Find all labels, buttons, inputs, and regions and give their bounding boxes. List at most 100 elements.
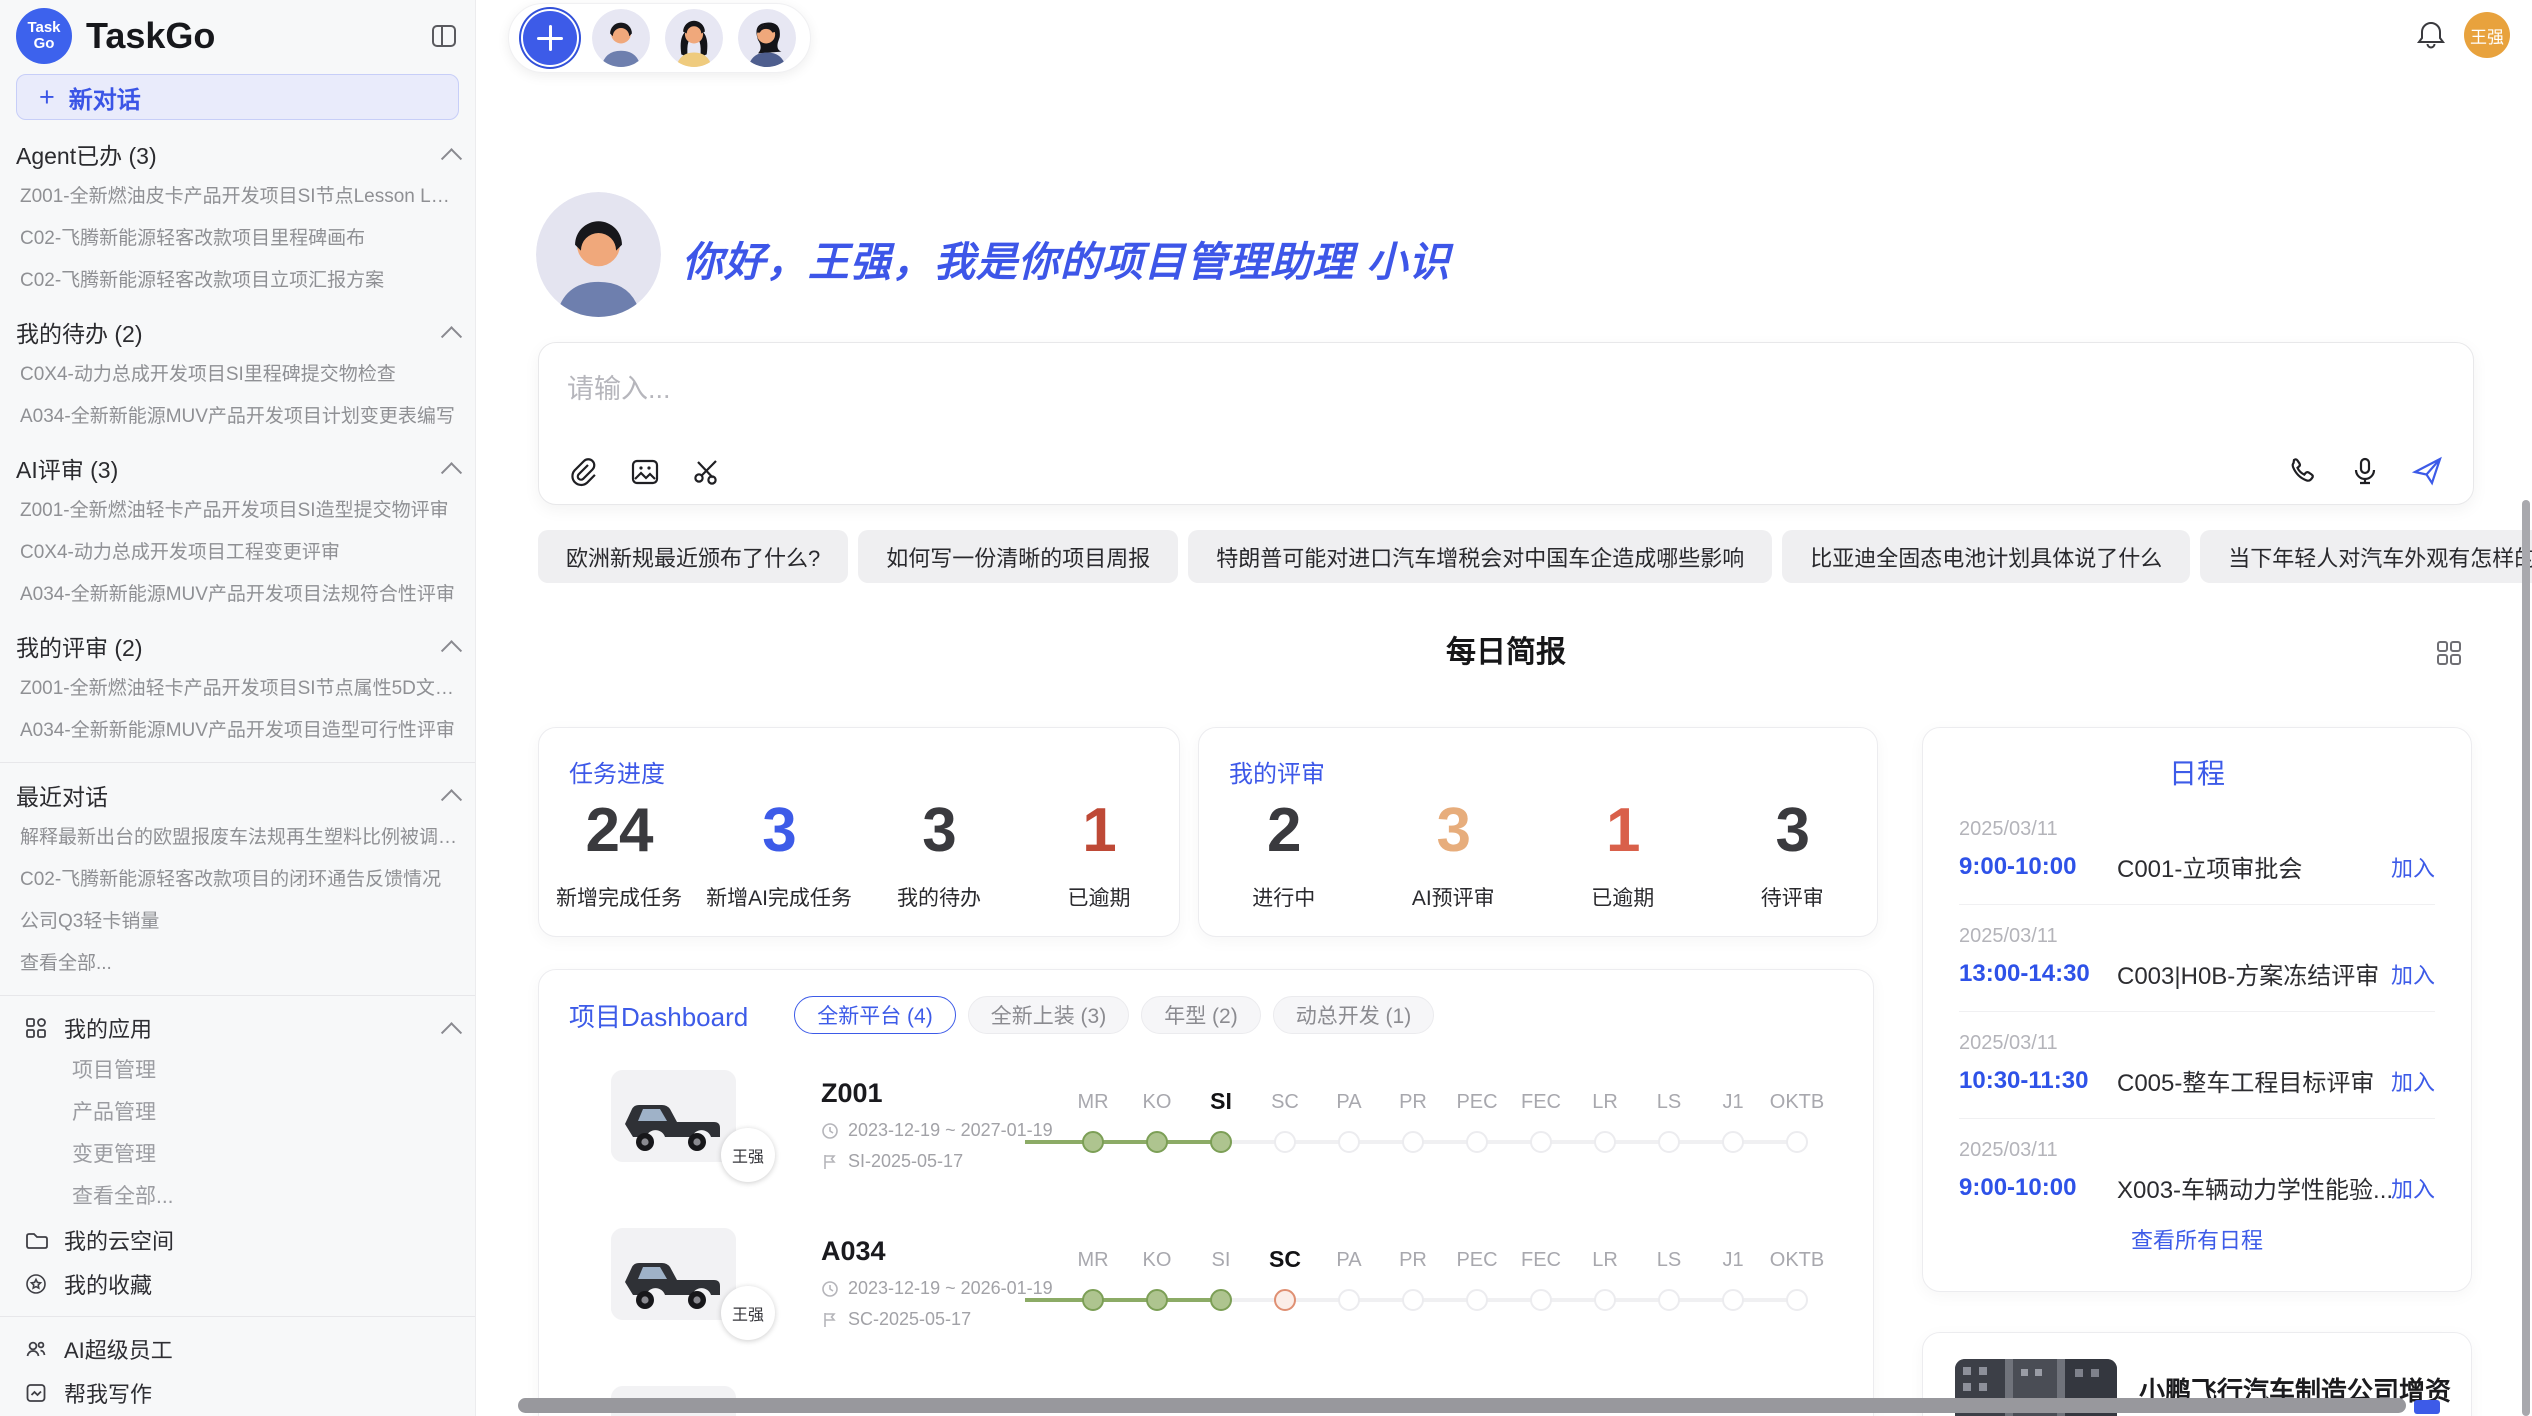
schedule-item[interactable]: 2025/03/11 9:00-10:00 X003-车辆动力学性能验... 加…: [1923, 1139, 2471, 1205]
suggestion-chip[interactable]: 特朗普可能对进口汽车增税会对中国车企造成哪些影响: [1188, 530, 1772, 583]
section-ai-review[interactable]: AI评审 (3): [16, 446, 459, 490]
send-icon[interactable]: [2411, 454, 2445, 488]
schedule-item[interactable]: 2025/03/11 10:30-11:30 C005-整车工程目标评审 加入: [1923, 1032, 2471, 1119]
section-my-todo[interactable]: 我的待办 (2): [16, 310, 459, 354]
owner-name: 王强: [732, 1301, 764, 1325]
sidebar-collapse-icon[interactable]: [429, 21, 459, 51]
tab-model-year[interactable]: 年型 (2): [1141, 996, 1261, 1034]
sidebar-item[interactable]: C02-飞腾新能源轻客改款项目里程碑画布: [16, 218, 459, 260]
recent-chat-item[interactable]: 公司Q3轻卡销量: [16, 901, 459, 943]
join-link[interactable]: 加入: [2391, 958, 2435, 990]
app-title: TaskGo: [86, 15, 215, 57]
session-switcher: [508, 3, 811, 73]
join-link[interactable]: 加入: [2391, 1172, 2435, 1204]
agent-avatar-3[interactable]: [738, 9, 796, 67]
milestone-oktb: OKTB: [1765, 1228, 1829, 1348]
horizontal-scrollbar-thumb[interactable]: [518, 1398, 2406, 1413]
schedule-event-title: C005-整车工程目标评审: [2117, 1063, 2391, 1098]
notifications-bell-icon[interactable]: [2414, 18, 2448, 57]
phone-icon[interactable]: [2287, 455, 2319, 487]
sidebar-item[interactable]: A034-全新新能源MUV产品开发项目法规符合性评审: [16, 574, 459, 616]
schedule-time: 13:00-14:30: [1959, 960, 2117, 988]
view-all-apps-link[interactable]: 查看全部...: [16, 1176, 459, 1218]
attachment-icon[interactable]: [567, 456, 599, 488]
app-item-change-mgmt[interactable]: 变更管理: [16, 1134, 459, 1176]
project-note-text: SI-2025-05-17: [848, 1151, 963, 1172]
mic-icon[interactable]: [2349, 455, 2381, 487]
new-chat-label: 新对话: [69, 80, 141, 115]
scrollbar-accent[interactable]: [2414, 1400, 2440, 1414]
stat-label: 进行中: [1199, 882, 1369, 912]
sidebar-item-help-write[interactable]: 帮我写作: [16, 1371, 459, 1415]
task-progress-title: 任务进度: [569, 754, 665, 789]
milestone-sc-overdue: SC: [1253, 1228, 1317, 1348]
sidebar-item-favorites[interactable]: 我的收藏: [16, 1262, 459, 1306]
sidebar-item[interactable]: C0X4-动力总成开发项目工程变更评审: [16, 532, 459, 574]
suggestion-chip[interactable]: 如何写一份清晰的项目周报: [858, 530, 1178, 583]
app-item-project-mgmt[interactable]: 项目管理: [16, 1050, 459, 1092]
view-all-schedule-link[interactable]: 查看所有日程: [1923, 1223, 2471, 1255]
project-dates: 2023-12-19 ~ 2026-01-19: [821, 1278, 1053, 1299]
assistant-avatar: [536, 192, 661, 317]
section-my-review[interactable]: 我的评审 (2): [16, 624, 459, 668]
stat-value: 3: [1708, 800, 1878, 862]
user-avatar-initials: 王强: [2470, 23, 2504, 48]
new-session-button[interactable]: [523, 11, 577, 65]
my-apps-label: 我的应用: [64, 1012, 152, 1044]
app-item-product-mgmt[interactable]: 产品管理: [16, 1092, 459, 1134]
task-progress-stats: 24 新增完成任务 3 新增AI完成任务 3 我的待办 1 已逾期: [539, 800, 1179, 912]
sidebar-item[interactable]: C02-飞腾新能源轻客改款项目立项汇报方案: [16, 260, 459, 302]
image-icon[interactable]: [629, 456, 661, 488]
stat-value: 1: [1019, 800, 1179, 862]
sidebar-item-my-apps[interactable]: 我的应用: [16, 1006, 459, 1050]
project-owner-badge: 王强: [721, 1286, 775, 1340]
project-row-a034[interactable]: 王强 A034 2023-12-19 ~ 2026-01-19 SC-2025-…: [539, 1228, 1873, 1386]
stat-new-done: 24 新增完成任务: [539, 800, 699, 912]
chat-input[interactable]: [567, 367, 1567, 411]
dashboard-tabs: 全新平台 (4) 全新上装 (3) 年型 (2) 动总开发 (1): [794, 996, 1434, 1034]
tab-powertrain[interactable]: 动总开发 (1): [1273, 996, 1435, 1034]
view-all-chats-link[interactable]: 查看全部...: [16, 943, 459, 985]
agent-avatar-1[interactable]: [592, 9, 650, 67]
join-link[interactable]: 加入: [2391, 1065, 2435, 1097]
join-link[interactable]: 加入: [2391, 851, 2435, 883]
section-agent-done[interactable]: Agent已办 (3): [16, 132, 459, 176]
agent-avatar-2[interactable]: [665, 9, 723, 67]
people-icon: [24, 1337, 48, 1361]
sidebar-item[interactable]: A034-全新新能源MUV产品开发项目造型可行性评审: [16, 710, 459, 752]
sidebar-item-cloud-space[interactable]: 我的云空间: [16, 1218, 459, 1262]
schedule-time: 9:00-10:00: [1959, 1174, 2117, 1202]
tab-new-body[interactable]: 全新上装 (3): [968, 996, 1130, 1034]
sidebar-item[interactable]: Z001-全新燃油皮卡产品开发项目SI节点Lesson Learn报告: [16, 176, 459, 218]
recent-chat-item[interactable]: C02-飞腾新能源轻客改款项目的闭环通告反馈情况: [16, 859, 459, 901]
section-recent-chats[interactable]: 最近对话: [16, 773, 459, 817]
sidebar-item[interactable]: Z001-全新燃油轻卡产品开发项目SI节点属性5D文件评审: [16, 668, 459, 710]
suggestion-chip[interactable]: 欧洲新规最近颁布了什么?: [538, 530, 848, 583]
sidebar-item[interactable]: Z001-全新燃油轻卡产品开发项目SI造型提交物评审: [16, 490, 459, 532]
project-row-z001[interactable]: 王强 Z001 2023-12-19 ~ 2027-01-19 SI-2025-…: [539, 1070, 1873, 1228]
recent-chat-item[interactable]: 解释最新出台的欧盟报废车法规再生塑料比例被调至15%...: [16, 817, 459, 859]
scissors-icon[interactable]: [691, 456, 723, 488]
suggestion-chips: 欧洲新规最近颁布了什么? 如何写一份清晰的项目周报 特朗普可能对进口汽车增税会对…: [538, 530, 2474, 583]
suggestion-chip[interactable]: 当下年轻人对汽车外观有怎样的喜好趋势: [2200, 530, 2532, 583]
new-chat-button[interactable]: + 新对话: [16, 74, 459, 120]
sidebar-item[interactable]: C0X4-动力总成开发项目SI里程碑提交物检查: [16, 354, 459, 396]
project-dates-text: 2023-12-19 ~ 2026-01-19: [848, 1278, 1053, 1299]
write-icon: [24, 1381, 48, 1405]
schedule-item[interactable]: 2025/03/11 9:00-10:00 C001-立项审批会 加入: [1923, 818, 2471, 905]
sidebar-item-ai-super-staff[interactable]: AI超级员工: [16, 1327, 459, 1371]
project-milestone-note: SC-2025-05-17: [821, 1309, 971, 1330]
suggestion-chip[interactable]: 比亚迪全固态电池计划具体说了什么: [1782, 530, 2190, 583]
user-avatar[interactable]: 王强: [2464, 12, 2510, 58]
sidebar-item[interactable]: A034-全新新能源MUV产品开发项目计划变更表编写: [16, 396, 459, 438]
vertical-scrollbar-thumb[interactable]: [2522, 500, 2530, 1416]
schedule-item[interactable]: 2025/03/11 13:00-14:30 C003|H0B-方案冻结评审 加…: [1923, 925, 2471, 1012]
stat-my-todo: 3 我的待办: [859, 800, 1019, 912]
schedule-date: 2025/03/11: [1959, 1032, 2435, 1055]
stat-label: 我的待办: [859, 882, 1019, 912]
schedule-time: 9:00-10:00: [1959, 853, 2117, 881]
milestone-mr: MR: [1061, 1228, 1125, 1348]
grid-layout-icon[interactable]: [2434, 638, 2464, 673]
tab-new-platform[interactable]: 全新平台 (4): [794, 996, 956, 1034]
section-title: 我的待办 (2): [16, 315, 143, 349]
